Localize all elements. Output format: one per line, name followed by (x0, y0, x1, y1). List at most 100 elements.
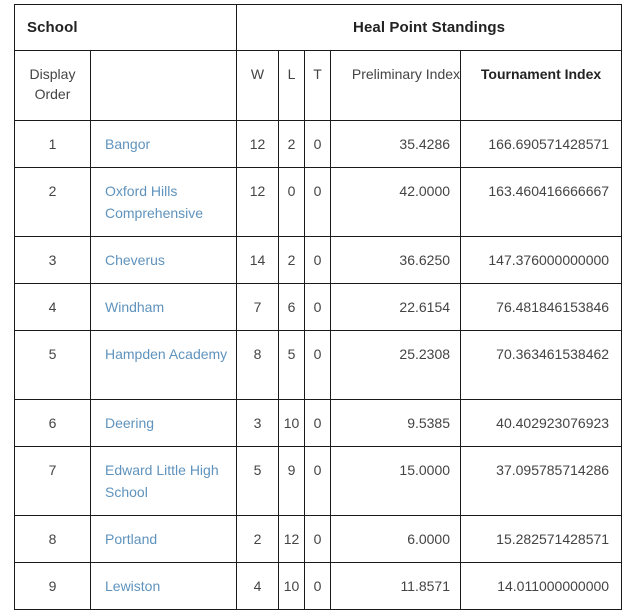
cell-school-name: Deering (89, 399, 238, 447)
heal-point-standings-table: School Heal Point Standings Display Orde… (13, 4, 623, 610)
cell-ties-value: 0 (313, 252, 322, 268)
cell-ties-value: 0 (313, 531, 322, 547)
table-row: 9 Lewiston 4 10 0 11.8571 14.011000000000 (14, 562, 623, 610)
cell-ties: 0 (304, 330, 332, 400)
cell-tournament-index-value: 166.690571428571 (488, 136, 610, 152)
column-header-school-name (89, 50, 238, 121)
column-header-display-order-label: Display Order (29, 66, 76, 102)
cell-losses-value: 5 (287, 346, 296, 362)
cell-ties: 0 (304, 236, 332, 284)
cell-ties: 0 (304, 446, 332, 516)
cell-ties: 0 (304, 120, 332, 168)
cell-school-name: Bangor (89, 120, 238, 168)
cell-preliminary-index-value: 15.0000 (399, 462, 451, 478)
cell-ties-value: 0 (313, 136, 322, 152)
cell-tournament-index-value: 147.376000000000 (488, 252, 610, 268)
column-header-preliminary-index: Preliminary Index (330, 50, 462, 121)
cell-tournament-index: 15.282571428571 (460, 515, 623, 563)
cell-display-order-value: 7 (48, 462, 57, 478)
cell-school-name: Portland (89, 515, 238, 563)
school-link[interactable]: Cheverus (105, 252, 165, 268)
cell-preliminary-index-value: 9.5385 (407, 415, 451, 431)
table-row: 8 Portland 2 12 0 6.0000 15.282571428571 (14, 515, 623, 563)
school-link[interactable]: Windham (105, 299, 164, 315)
cell-preliminary-index: 15.0000 (330, 446, 462, 516)
cell-display-order-value: 1 (48, 136, 57, 152)
cell-preliminary-index: 22.6154 (330, 283, 462, 331)
table-row: 5 Hampden Academy 8 5 0 25.2308 70.36346153846… (14, 330, 623, 400)
cell-school-name: Cheverus (89, 236, 238, 284)
cell-losses-value: 2 (287, 136, 296, 152)
school-link[interactable]: Deering (105, 415, 154, 431)
cell-losses: 12 (278, 515, 306, 563)
cell-tournament-index-value: 15.282571428571 (496, 531, 610, 547)
cell-display-order: 5 (14, 330, 91, 400)
cell-preliminary-index-value: 22.6154 (399, 299, 451, 315)
cell-losses-value: 2 (287, 252, 296, 268)
cell-losses: 6 (278, 283, 306, 331)
cell-losses-value: 10 (283, 415, 300, 431)
cell-ties: 0 (304, 283, 332, 331)
cell-wins: 12 (236, 120, 280, 168)
cell-preliminary-index-value: 42.0000 (399, 183, 451, 199)
school-link[interactable]: Lewiston (105, 578, 160, 594)
cell-tournament-index: 147.376000000000 (460, 236, 623, 284)
column-header-losses: L (278, 50, 306, 121)
cell-display-order-value: 5 (48, 346, 57, 362)
cell-tournament-index-value: 70.363461538462 (496, 346, 610, 362)
cell-preliminary-index-value: 25.2308 (399, 346, 451, 362)
cell-school-name: Hampden Academy (89, 330, 238, 400)
column-header-row: Display Order W L T Preliminary Index To… (14, 50, 623, 121)
cell-tournament-index: 163.460416666667 (460, 167, 623, 237)
cell-losses-value: 0 (287, 183, 296, 199)
cell-tournament-index-value: 40.402923076923 (496, 415, 610, 431)
cell-wins-value: 3 (253, 415, 262, 431)
column-header-display-order: Display Order (14, 50, 91, 121)
cell-wins: 8 (236, 330, 280, 400)
school-link[interactable]: Bangor (105, 136, 150, 152)
cell-wins-value: 2 (253, 531, 262, 547)
cell-ties-value: 0 (313, 415, 322, 431)
cell-losses: 10 (278, 562, 306, 610)
column-header-ties-label: T (313, 66, 322, 82)
cell-ties-value: 0 (313, 578, 322, 594)
cell-ties-value: 0 (313, 183, 322, 199)
school-link[interactable]: Hampden Academy (105, 346, 227, 362)
table-body: 1 Bangor 12 2 0 35.4286 166.690571428571 2 Oxfor… (14, 120, 623, 610)
column-header-school-name-label (91, 51, 236, 64)
cell-display-order: 4 (14, 283, 91, 331)
cell-preliminary-index-value: 35.4286 (399, 136, 451, 152)
cell-wins: 3 (236, 399, 280, 447)
cell-tournament-index: 76.481846153846 (460, 283, 623, 331)
cell-preliminary-index-value: 11.8571 (400, 578, 451, 594)
cell-preliminary-index-value: 6.0000 (407, 531, 451, 547)
column-header-tournament-index-label: Tournament Index (480, 66, 602, 82)
cell-display-order-value: 9 (48, 578, 57, 594)
school-link[interactable]: Portland (105, 531, 157, 547)
column-header-wins-label: W (250, 66, 265, 82)
cell-display-order-value: 2 (48, 183, 57, 199)
cell-preliminary-index: 25.2308 (330, 330, 462, 400)
cell-losses-value: 9 (287, 462, 296, 478)
cell-losses-value: 10 (283, 578, 300, 594)
column-header-losses-label: L (287, 66, 296, 82)
cell-wins: 2 (236, 515, 280, 563)
cell-losses: 10 (278, 399, 306, 447)
cell-preliminary-index-value: 36.6250 (399, 252, 451, 268)
cell-losses: 9 (278, 446, 306, 516)
cell-school-name: Oxford Hills Comprehensive (89, 167, 238, 237)
cell-display-order: 6 (14, 399, 91, 447)
cell-ties-value: 0 (313, 346, 322, 362)
cell-losses: 2 (278, 120, 306, 168)
cell-tournament-index-value: 76.481846153846 (496, 299, 610, 315)
cell-wins-value: 7 (253, 299, 262, 315)
column-header-ties: T (304, 50, 332, 121)
cell-tournament-index: 37.095785714286 (460, 446, 623, 516)
school-link[interactable]: Edward Little High School (105, 462, 219, 500)
cell-wins: 12 (236, 167, 280, 237)
cell-wins-value: 12 (249, 136, 266, 152)
school-link[interactable]: Oxford Hills Comprehensive (105, 183, 203, 221)
group-header-row: School Heal Point Standings (13, 4, 623, 51)
cell-display-order-value: 4 (48, 299, 57, 315)
cell-display-order-value: 3 (48, 252, 57, 268)
